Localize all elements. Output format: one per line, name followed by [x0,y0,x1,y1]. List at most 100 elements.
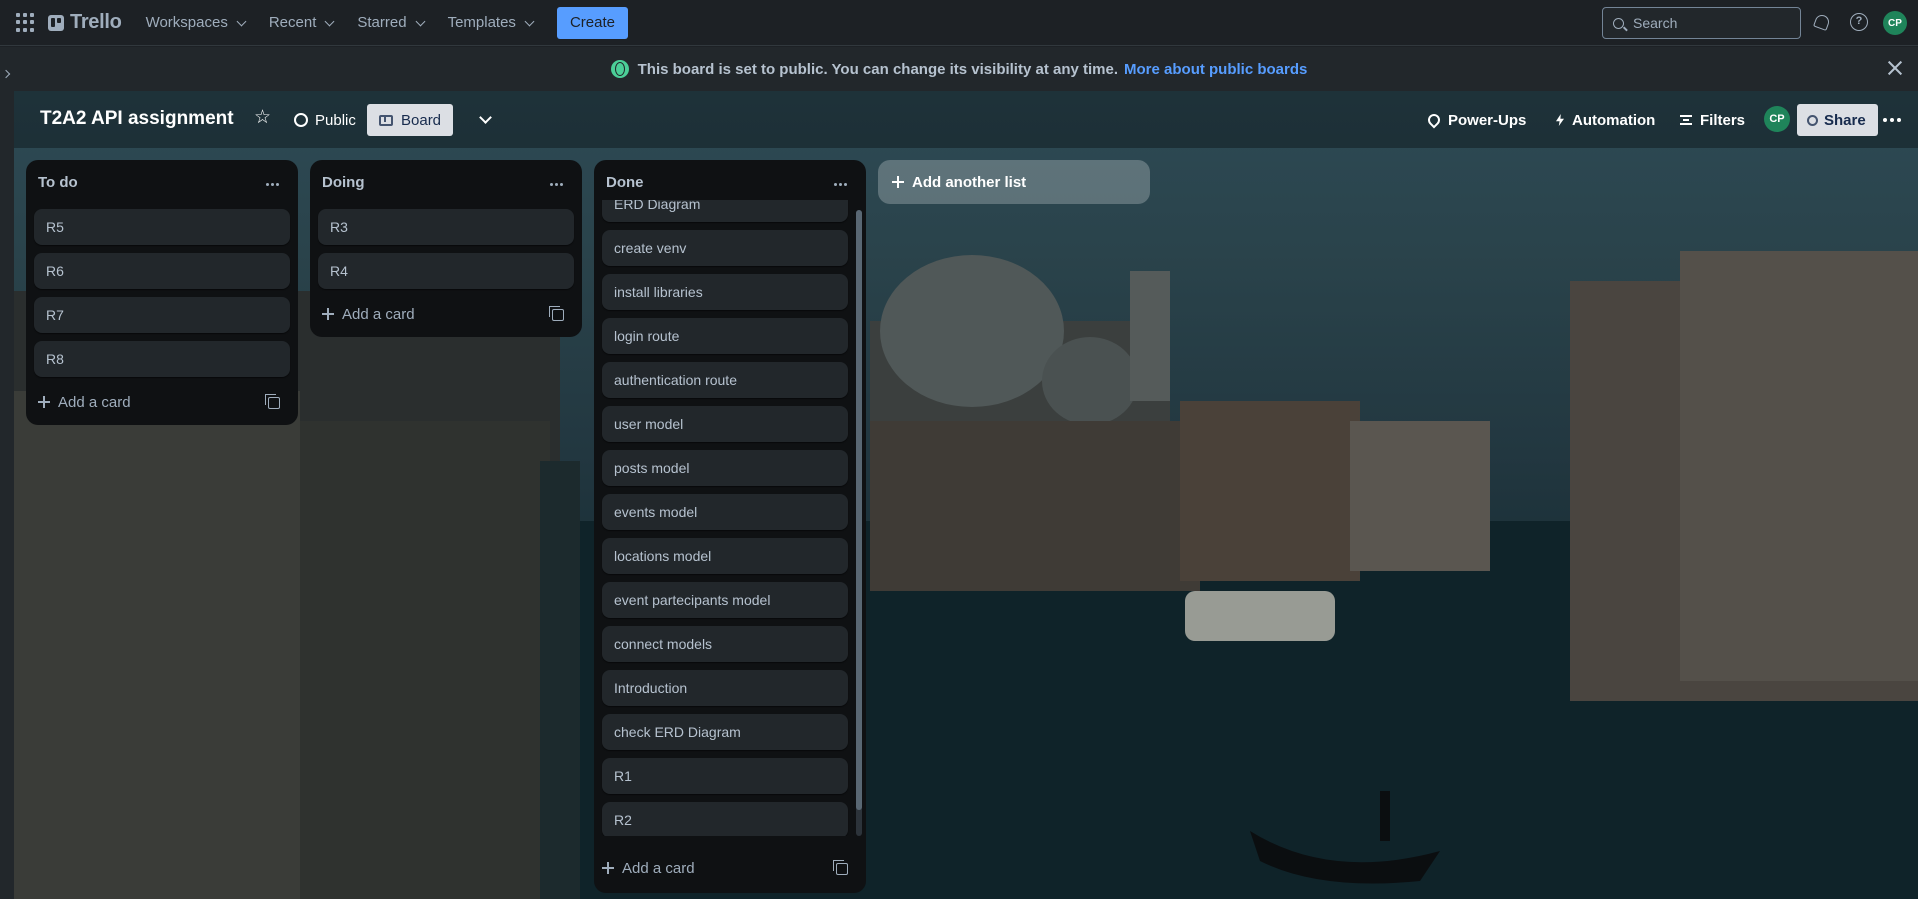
card[interactable]: events model [602,494,848,530]
top-navigation: Trello Workspaces Recent Starred Templat… [0,0,1918,46]
board-view-icon [379,114,393,126]
add-list-label: Add another list [912,173,1027,191]
card[interactable]: R8 [34,341,290,377]
share-label: Share [1824,111,1866,129]
add-card-button[interactable]: Add a card [38,387,131,417]
share-button[interactable]: Share [1797,104,1878,136]
add-card-label: Add a card [58,393,131,411]
help-icon[interactable]: ? [1849,12,1869,32]
search-placeholder: Search [1633,15,1678,31]
more-options-icon[interactable] [1883,118,1901,122]
card[interactable]: locations model [602,538,848,574]
card[interactable]: R7 [34,297,290,333]
plus-icon [602,862,614,874]
list-cards-scroll[interactable]: ERD Diagram create venv install librarie… [594,200,866,836]
list-title[interactable]: Done [606,174,644,191]
card[interactable]: event partecipants model [602,582,848,618]
card[interactable]: user model [602,406,848,442]
list-to-do: To do R5 R6 R7 R8 Add a card [26,160,298,425]
card-template-icon[interactable] [833,860,848,875]
starred-menu[interactable]: Starred [347,8,433,37]
card[interactable]: login route [602,318,848,354]
chevron-down-icon [324,16,335,26]
plus-icon [322,308,334,320]
list-scrollbar-thumb[interactable] [856,210,862,810]
list-title[interactable]: Doing [322,174,365,191]
account-avatar[interactable]: CP [1883,11,1907,35]
board-view-button[interactable]: Board [367,104,454,136]
view-switcher-chevron-icon[interactable] [472,107,498,133]
list-done: Done ERD Diagram create venv install lib… [594,160,866,893]
power-ups-label: Power-Ups [1448,111,1527,129]
person-add-icon [1807,114,1818,126]
banner-text: This board is set to public. You can cha… [637,60,1119,78]
starred-label: Starred [357,14,407,31]
card[interactable]: R5 [34,209,290,245]
trello-logo-icon [48,14,64,31]
trello-logo-text: Trello [70,11,122,33]
add-card-button[interactable]: Add a card [322,299,415,329]
board-member-avatar[interactable]: CP [1764,106,1790,132]
card[interactable]: R2 [602,802,848,836]
card[interactable]: R1 [602,758,848,794]
search-icon [1613,17,1624,29]
trello-logo[interactable]: Trello [48,11,122,34]
card-template-icon[interactable] [549,306,564,321]
public-boards-link[interactable]: More about public boards [1124,61,1307,78]
card[interactable]: install libraries [602,274,848,310]
workspaces-label: Workspaces [145,14,228,31]
public-board-banner: This board is set to public. You can cha… [0,47,1918,91]
card[interactable]: create venv [602,230,848,266]
board-header: T2A2 API assignment ☆ Public Board Power… [14,91,1918,148]
card[interactable]: check ERD Diagram [602,714,848,750]
automation-label: Automation [1572,111,1656,129]
card-template-icon[interactable] [265,394,280,409]
card[interactable]: authentication route [602,362,848,398]
list-doing: Doing R3 R4 Add a card [310,160,582,337]
list-actions-icon[interactable] [550,183,563,186]
card[interactable]: R3 [318,209,574,245]
automation-button[interactable]: Automation [1556,105,1655,135]
recent-menu[interactable]: Recent [259,8,344,37]
globe-icon [294,113,308,127]
visibility-label: Public [315,111,356,129]
sidebar-collapsed[interactable] [0,47,14,899]
add-card-label: Add a card [622,859,695,877]
close-icon[interactable] [1886,59,1904,77]
list-title[interactable]: To do [38,174,78,191]
filter-icon [1680,115,1692,125]
lightning-icon [1556,114,1564,126]
filters-button[interactable]: Filters [1680,105,1745,135]
workspaces-menu[interactable]: Workspaces [136,8,255,37]
bell-shape [1813,13,1831,31]
app-switcher-icon[interactable] [16,12,36,33]
add-another-list-button[interactable]: Add another list [878,160,1150,204]
filters-label: Filters [1700,111,1746,129]
visibility-button[interactable]: Public [286,106,364,134]
card[interactable]: ERD Diagram [602,200,848,222]
list-actions-icon[interactable] [266,183,279,186]
star-icon[interactable]: ☆ [254,108,271,128]
notifications-bell-icon[interactable] [1812,12,1832,32]
templates-label: Templates [447,14,516,31]
chevron-down-icon [524,16,535,26]
plus-icon [892,176,904,188]
card[interactable]: R4 [318,253,574,289]
chevron-down-icon [236,16,247,26]
card[interactable]: posts model [602,450,848,486]
question-mark: ? [1850,13,1868,31]
create-button[interactable]: Create [556,6,628,39]
board-title[interactable]: T2A2 API assignment [40,108,234,130]
templates-menu[interactable]: Templates [438,8,543,37]
card[interactable]: connect models [602,626,848,662]
power-ups-button[interactable]: Power-Ups [1425,105,1527,135]
search-input[interactable]: Search [1602,7,1801,39]
card[interactable]: R6 [34,253,290,289]
plus-icon [38,396,50,408]
add-card-button[interactable]: Add a card [602,853,695,883]
card[interactable]: Introduction [602,670,848,706]
rocket-icon [1425,111,1443,129]
board-view-label: Board [401,111,442,129]
list-actions-icon[interactable] [834,183,847,186]
globe-icon [610,60,629,78]
